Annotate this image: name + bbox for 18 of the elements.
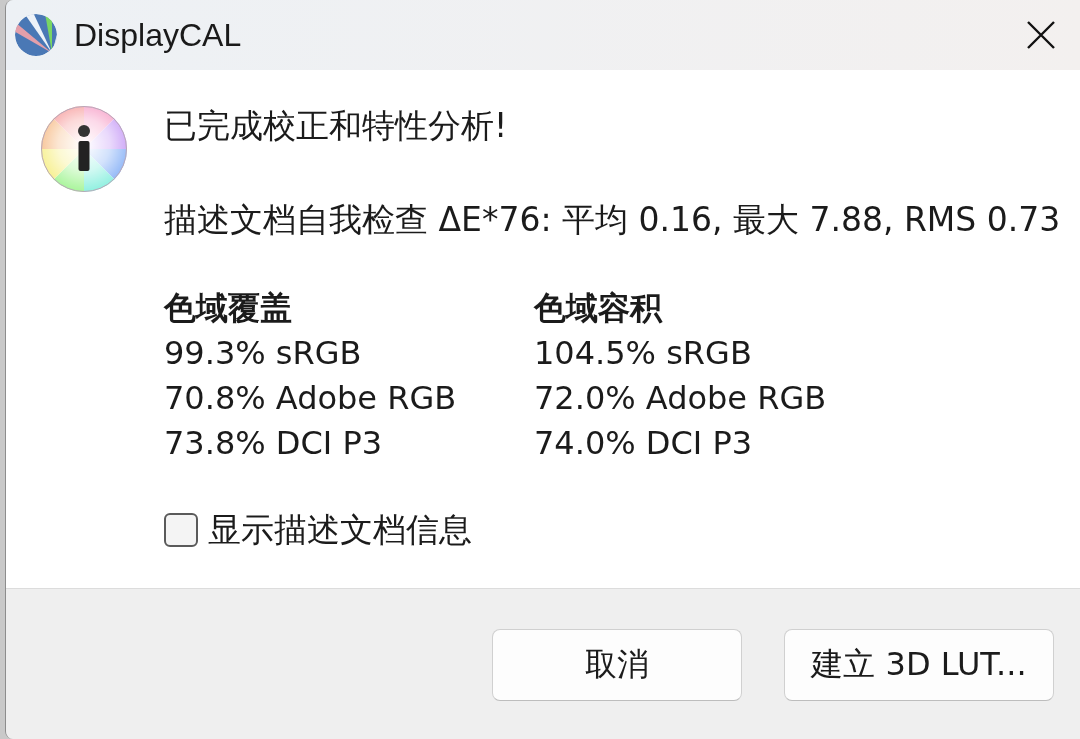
gamut-value: 74.0% DCI P3 <box>534 423 754 464</box>
close-icon <box>1027 21 1055 49</box>
window-title: DisplayCAL <box>74 16 242 54</box>
gamut-heading: 色域覆盖 <box>164 288 293 329</box>
checkbox[interactable] <box>164 513 198 547</box>
checkbox-label[interactable]: 显示描述文档信息 <box>208 510 472 550</box>
gamut-value: 72.0% Adobe RGB <box>534 378 828 419</box>
gamut-value: 70.8% Adobe RGB <box>164 378 458 419</box>
dialog-button[interactable]: 取消 <box>492 629 742 701</box>
dialog-button[interactable]: 建立 3D LUT... <box>784 629 1054 701</box>
self-check-result: 描述文档自我检查 ΔE*76: 平均 0.16, 最大 7.88, RMS 0.73 <box>164 200 1061 240</box>
completion-message: 已完成校正和特性分析! <box>164 106 509 146</box>
gamut-value: 73.8% DCI P3 <box>164 423 384 464</box>
gamut-heading: 色域容积 <box>534 288 664 329</box>
gamut-value: 99.3% sRGB <box>164 333 363 374</box>
info-icon <box>40 105 128 193</box>
gamut-value: 104.5% sRGB <box>534 333 753 374</box>
app-logo-icon <box>14 13 58 57</box>
